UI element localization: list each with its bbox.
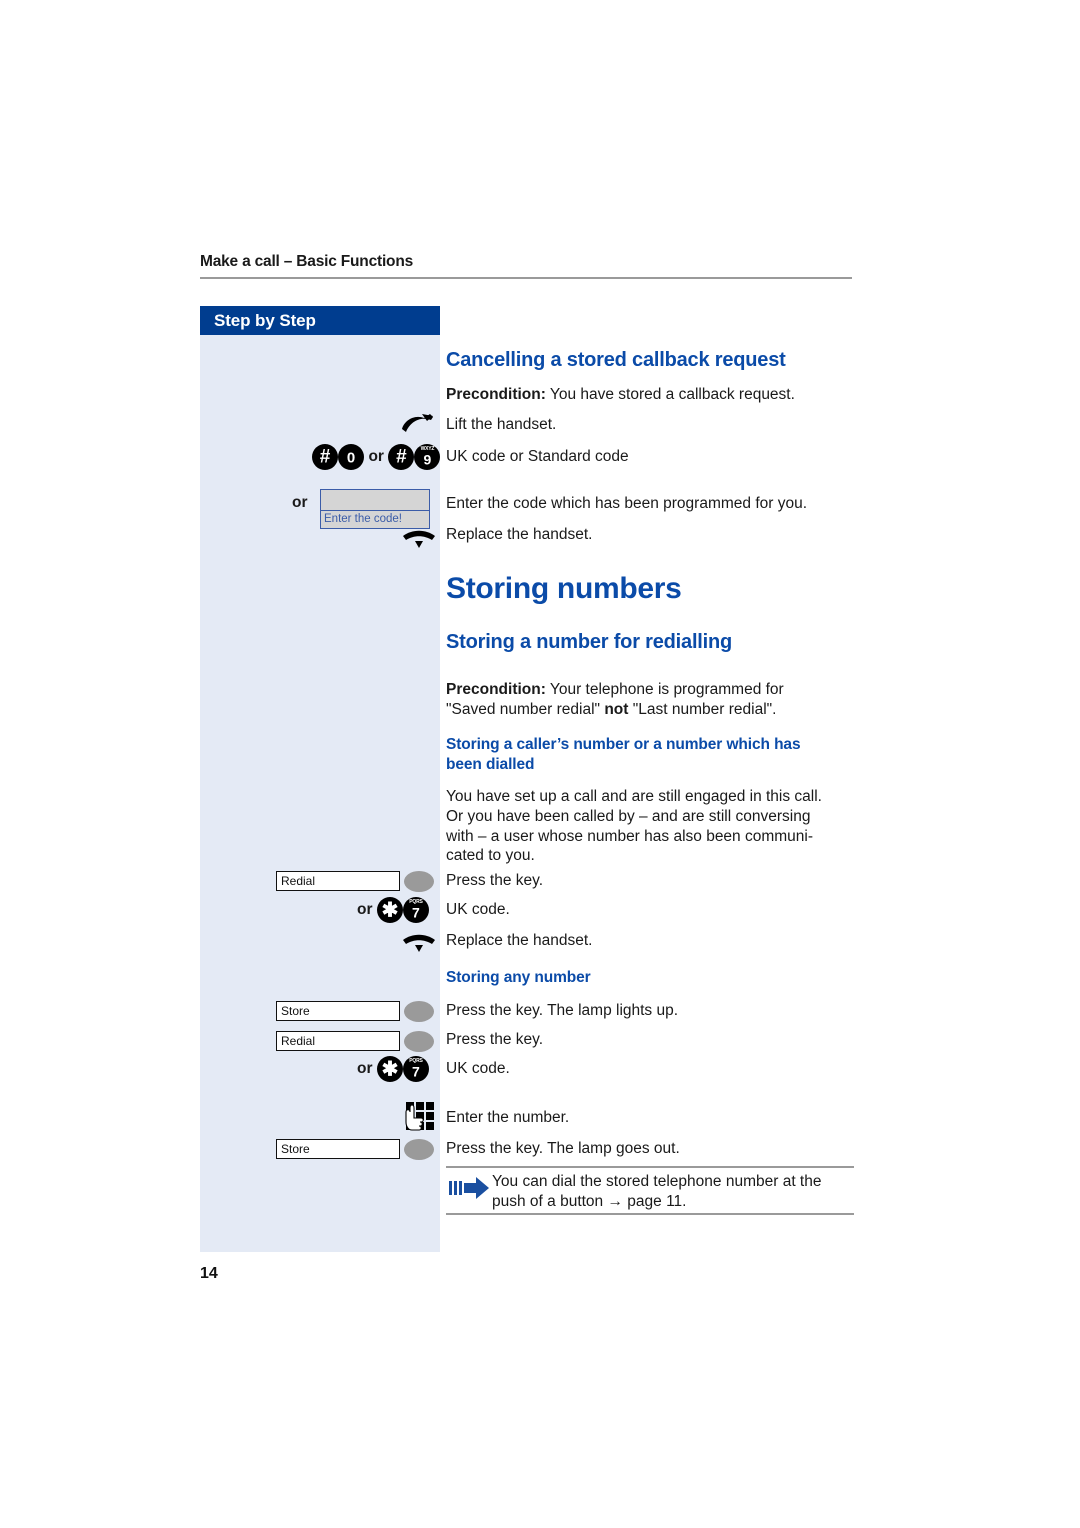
precondition-line2-not: not [604,700,629,718]
document-page: Make a call – Basic Functions Step by St… [0,0,1080,1528]
store-key-button-2[interactable] [404,1138,434,1160]
precondition-label-2: Precondition: [446,681,546,698]
precondition-line2-a: "Saved number redial" [446,700,605,718]
body-line-1: You have set up a call and are still eng… [446,788,822,805]
tip-line-2-b: page 11. [622,1192,687,1210]
tip-divider-bottom [446,1213,854,1215]
body-line-4: cated to you. [446,847,535,865]
key-7[interactable]: PQRS 7 [402,897,429,923]
precondition-cancel-callback: Precondition: You have stored a callback… [446,385,858,405]
redial-key-button[interactable] [404,870,434,892]
key-0[interactable]: 0 [338,444,364,470]
step-text-uk-code-1: UK code. [446,901,510,918]
step-text-replace-handset-1: Replace the handset. [446,526,593,543]
section-heading-storing-numbers: Storing numbers [446,572,682,605]
display-or-label: or [292,494,308,511]
store-key-label-1: Store [276,1001,400,1021]
tip-text: You can dial the stored telephone number… [492,1172,854,1212]
display-line-2: Enter the code! [321,510,429,528]
step-text-uk-code-2: UK code. [446,1060,510,1077]
display-line-1 [321,490,429,510]
step-text-lift-handset: Lift the handset. [446,416,557,433]
store-key-button-1[interactable] [404,1000,434,1022]
lift-handset-icon [400,410,438,436]
step-text-press-key-redial-1: Press the key. [446,872,544,889]
blue-arrow-tip-icon [448,1174,492,1202]
or-label: or [368,448,384,465]
page-number: 14 [200,1265,218,1282]
store-function-key-1[interactable]: Store [276,1000,434,1022]
step-text-press-key-lamp-off: Press the key. The lamp goes out. [446,1140,680,1157]
or-label-3: or [357,1060,373,1077]
storing-caller-heading-line1: Storing a caller’s number or a number wh… [446,736,801,753]
tip-line-2-a: push of a button [492,1192,608,1210]
redial-key-label: Redial [276,871,400,891]
replace-handset-icon-2 [400,932,438,956]
precondition-line2-b: "Last number redial". [628,700,777,718]
step-by-step-label: Step by Step [214,311,316,330]
step-text-enter-number: Enter the number. [446,1109,570,1126]
redial-function-key[interactable]: Redial [276,870,434,892]
body-line-2: Or you have been called by – and are sti… [446,807,811,825]
key-hash[interactable]: # [312,444,338,470]
or-label-2: or [357,901,373,918]
step-text-press-key-lamp-on: Press the key. The lamp lights up. [446,1002,679,1019]
section-heading-storing-redial: Storing a number for redialling [446,631,733,653]
storing-caller-body: You have set up a call and are still eng… [446,787,858,866]
keypad-code-star-7-2: or ✱ PQRS 7 [357,1055,429,1083]
step-text-uk-or-standard-code: UK code or Standard code [446,448,629,465]
store-function-key-2[interactable]: Store [276,1138,434,1160]
tip-divider-top [446,1166,854,1168]
redial-key-button-2[interactable] [404,1030,434,1052]
section-heading-storing-caller: Storing a caller’s number or a number wh… [446,735,858,775]
arrow-icon: → [607,1192,623,1210]
storing-caller-heading-line2: been dialled [446,756,535,774]
precondition-text-2: Your telephone is programmed for [545,681,784,698]
step-text-press-key-redial-2: Press the key. [446,1031,544,1048]
step-text-enter-programmed-code: Enter the code which has been programmed… [446,495,808,512]
tip-line-1: You can dial the stored telephone number… [492,1173,822,1190]
precondition-label: Precondition: [446,386,546,403]
precondition-storing-redial: Precondition: Your telephone is programm… [446,680,858,720]
key-star[interactable]: ✱ [376,897,403,923]
key-star-2[interactable]: ✱ [376,1056,403,1082]
step-by-step-header: Step by Step [200,306,440,335]
step-text-replace-handset-2: Replace the handset. [446,932,593,949]
key-9[interactable]: WXYZ 9 [414,444,441,470]
keypad-code-star-7: or ✱ PQRS 7 [357,896,429,924]
keypad-icon [404,1100,438,1134]
precondition-text: You have stored a callback request. [545,386,795,403]
redial-function-key-2[interactable]: Redial [276,1030,434,1052]
body-line-3: with – a user whose number has also been… [446,827,814,845]
key-hash-2[interactable]: # [388,444,415,470]
replace-handset-icon [400,528,438,552]
section-heading-cancel-callback: Cancelling a stored callback request [446,349,786,371]
running-head: Make a call – Basic Functions [200,253,414,270]
redial-key-label-2: Redial [276,1031,400,1051]
key-7-2[interactable]: PQRS 7 [402,1056,429,1082]
header-divider [200,277,852,279]
store-key-label-2: Store [276,1139,400,1159]
keypad-code-hash-0-or-hash-9: #0 or # WXYZ 9 [312,443,441,471]
section-heading-storing-any: Storing any number [446,969,591,986]
display-box-enter-code[interactable]: Enter the code! [320,489,430,529]
